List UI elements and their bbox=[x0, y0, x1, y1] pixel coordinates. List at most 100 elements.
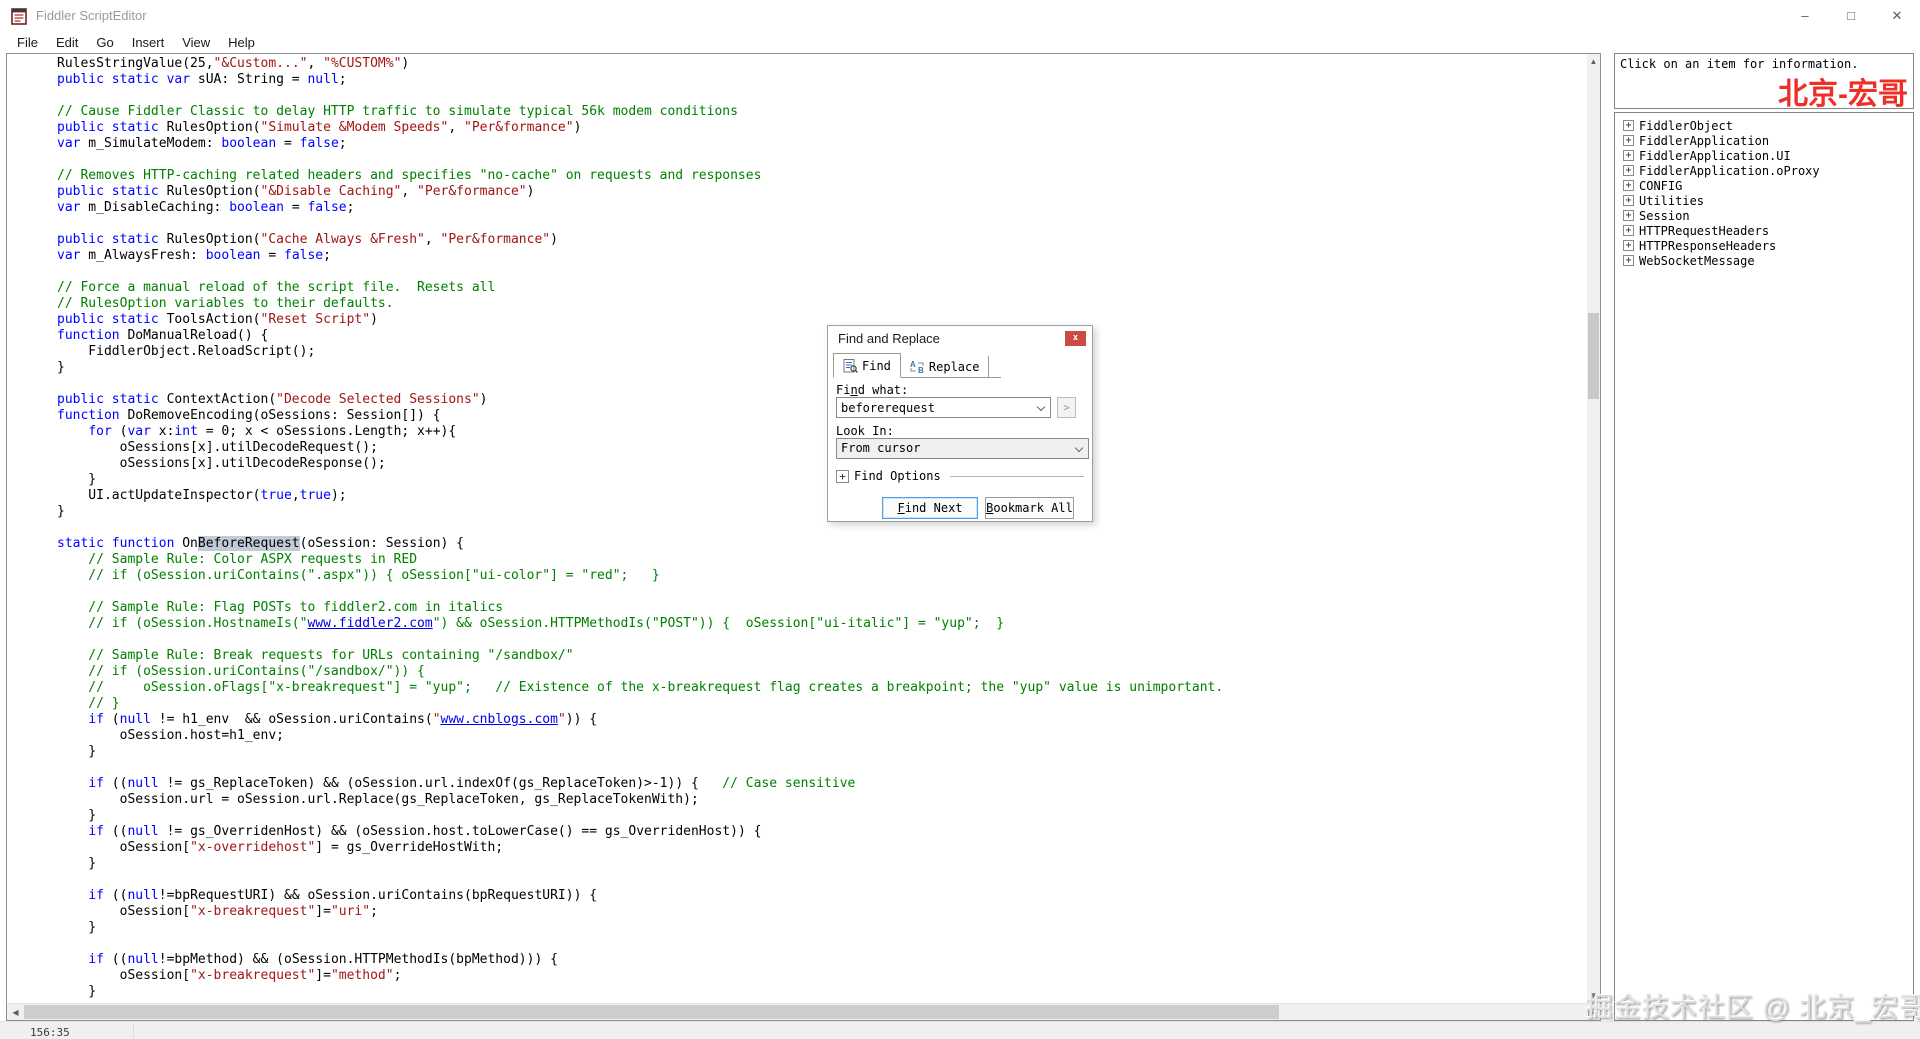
menu-item-file[interactable]: File bbox=[8, 35, 47, 50]
window-title: Fiddler ScriptEditor bbox=[36, 8, 147, 23]
code-line: public static ContextAction("Decode Sele… bbox=[57, 392, 488, 407]
expand-icon[interactable]: + bbox=[1623, 240, 1634, 251]
minimize-icon[interactable]: – bbox=[1782, 0, 1828, 32]
code-line: oSession["x-breakrequest"]="method"; bbox=[57, 968, 402, 983]
maximize-icon[interactable]: □ bbox=[1828, 0, 1874, 32]
horizontal-scrollbar[interactable]: ◀ ▶ bbox=[7, 1003, 1600, 1020]
find-next-button[interactable]: Find Next bbox=[882, 497, 978, 519]
menu-item-help[interactable]: Help bbox=[219, 35, 264, 50]
scroll-up-icon[interactable]: ▲ bbox=[1587, 57, 1600, 66]
find-what-input[interactable] bbox=[837, 398, 1050, 417]
look-in-label: Look In: bbox=[836, 424, 894, 438]
code-line: // Sample Rule: Flag POSTs to fiddler2.c… bbox=[57, 600, 504, 615]
expand-icon[interactable]: + bbox=[1623, 120, 1634, 131]
tree-item-label: FiddlerApplication.UI bbox=[1639, 148, 1791, 163]
dialog-close-icon[interactable]: x bbox=[1065, 331, 1086, 346]
red-watermark: 北京-宏哥 bbox=[1778, 78, 1908, 111]
find-replace-dialog: Find and Replace x Find A B Replace Find… bbox=[827, 325, 1093, 522]
menu-bar: File Edit Go Insert View Help bbox=[0, 32, 1920, 53]
menu-item-edit[interactable]: Edit bbox=[47, 35, 87, 50]
look-in-select[interactable]: From cursor bbox=[836, 438, 1089, 459]
tab-replace[interactable]: A B Replace bbox=[901, 356, 990, 377]
code-line: oSessions[x].utilDecodeResponse(); bbox=[57, 456, 386, 471]
code-line: if ((null != gs_ReplaceToken) && (oSessi… bbox=[88, 776, 856, 791]
tab-find[interactable]: Find bbox=[833, 353, 901, 378]
bottom-watermark: 掘金技术社区 @ 北京_宏哥 bbox=[1586, 993, 1920, 1023]
tree-item-Utilities[interactable]: + Utilities bbox=[1623, 193, 1913, 208]
code-line: oSessions[x].utilDecodeRequest(); bbox=[57, 440, 378, 455]
code-line: FiddlerObject.ReloadScript(); bbox=[57, 344, 316, 359]
title-bar: Fiddler ScriptEditor – □ ✕ bbox=[0, 0, 1920, 32]
expand-icon[interactable]: + bbox=[1623, 195, 1634, 206]
expand-icon[interactable]: + bbox=[1623, 165, 1634, 176]
replace-tab-icon: A B bbox=[910, 360, 924, 374]
find-what-combobox[interactable] bbox=[836, 397, 1051, 418]
tree-item-label: Session bbox=[1639, 208, 1690, 223]
find-expression-button[interactable]: > bbox=[1057, 397, 1076, 418]
code-line: oSession.host=h1_env; bbox=[57, 728, 284, 743]
code-line: if ((null!=bpRequestURI) && oSession.uri… bbox=[88, 888, 598, 903]
code-line: function DoManualReload() { bbox=[57, 328, 269, 343]
code-line: // if (oSession.HostnameIs("www.fiddler2… bbox=[57, 616, 1005, 631]
horizontal-scroll-thumb[interactable] bbox=[24, 1005, 1279, 1019]
expand-plus-icon[interactable]: + bbox=[836, 469, 849, 483]
expand-icon[interactable]: + bbox=[1623, 180, 1634, 191]
tab-replace-label: Replace bbox=[928, 359, 980, 374]
find-what-label: Find what: bbox=[836, 383, 909, 397]
code-line: public static ToolsAction("Reset Script"… bbox=[57, 312, 378, 327]
tree-item-label: Utilities bbox=[1639, 193, 1705, 208]
object-tree[interactable]: + FiddlerObject + FiddlerApplication + Fiddle… bbox=[1614, 112, 1914, 1021]
vertical-scrollbar[interactable]: ▲ ▼ bbox=[1587, 54, 1600, 1003]
code-line: // Force a manual reload of the script f… bbox=[57, 280, 496, 295]
expand-icon[interactable]: + bbox=[1623, 255, 1634, 266]
close-icon[interactable]: ✕ bbox=[1874, 0, 1920, 32]
divider bbox=[949, 475, 1084, 477]
code-line: var m_SimulateModem: boolean = false; bbox=[57, 136, 347, 151]
menu-item-insert[interactable]: Insert bbox=[123, 35, 174, 50]
tree-item-label: FiddlerObject bbox=[1639, 118, 1733, 133]
code-line: } bbox=[57, 360, 65, 375]
tree-item-CONFIG[interactable]: + CONFIG bbox=[1623, 178, 1913, 193]
bookmark-all-button[interactable]: Bookmark All bbox=[985, 497, 1074, 519]
menu-item-go[interactable]: Go bbox=[87, 35, 122, 50]
code-line: // if (oSession.uriContains(".aspx")) { … bbox=[57, 568, 660, 583]
menu-item-view[interactable]: View bbox=[173, 35, 219, 50]
tree-item-label: HTTPResponseHeaders bbox=[1639, 238, 1777, 253]
tree-item-FiddlerApplication.oProxy[interactable]: + FiddlerApplication.oProxy bbox=[1623, 163, 1913, 178]
tree-item-HTTPRequestHeaders[interactable]: + HTTPRequestHeaders bbox=[1623, 223, 1913, 238]
code-line: var m_AlwaysFresh: boolean = false; bbox=[57, 248, 331, 263]
code-line: oSession["x-breakrequest"]="uri"; bbox=[57, 904, 378, 919]
tree-item-WebSocketMessage[interactable]: + WebSocketMessage bbox=[1623, 253, 1913, 268]
tree-item-FiddlerApplication[interactable]: + FiddlerApplication bbox=[1623, 133, 1913, 148]
expand-icon[interactable]: + bbox=[1623, 135, 1634, 146]
script-editor[interactable]: RulesStringValue(25,"&Custom...", "%CUST… bbox=[6, 53, 1601, 1021]
find-options-expander[interactable]: + Find Options bbox=[836, 469, 1084, 483]
code-line: } bbox=[57, 856, 97, 871]
code-line: // Cause Fiddler Classic to delay HTTP t… bbox=[57, 104, 738, 119]
code-line: RulesStringValue(25,"&Custom...", "%CUST… bbox=[57, 56, 410, 71]
chevron-down-icon[interactable] bbox=[1074, 443, 1084, 453]
tree-item-HTTPResponseHeaders[interactable]: + HTTPResponseHeaders bbox=[1623, 238, 1913, 253]
code-content[interactable]: RulesStringValue(25,"&Custom...", "%CUST… bbox=[7, 54, 1587, 1003]
tree-item-FiddlerObject[interactable]: + FiddlerObject bbox=[1623, 118, 1913, 133]
expand-icon[interactable]: + bbox=[1623, 225, 1634, 236]
code-line: public static var sUA: String = null; bbox=[57, 72, 347, 87]
tree-item-Session[interactable]: + Session bbox=[1623, 208, 1913, 223]
code-line: } bbox=[57, 808, 97, 823]
expand-icon[interactable]: + bbox=[1623, 150, 1634, 161]
code-line: static function OnBeforeRequest(oSession… bbox=[57, 536, 465, 551]
tree-item-FiddlerApplication.UI[interactable]: + FiddlerApplication.UI bbox=[1623, 148, 1913, 163]
scroll-left-icon[interactable]: ◀ bbox=[7, 1004, 24, 1021]
vertical-scroll-thumb[interactable] bbox=[1588, 313, 1599, 399]
code-line: if (null != h1_env && oSession.uriContai… bbox=[88, 712, 598, 727]
app-icon bbox=[11, 8, 27, 25]
code-line: } bbox=[57, 504, 65, 519]
tree-item-label: FiddlerApplication bbox=[1639, 133, 1770, 148]
expand-icon[interactable]: + bbox=[1623, 210, 1634, 221]
